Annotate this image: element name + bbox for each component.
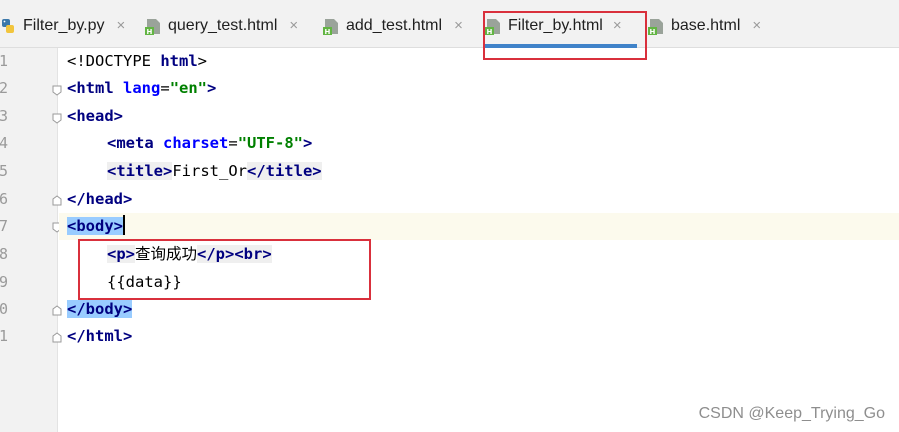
code-line-7: <body>	[67, 215, 125, 235]
svg-text:H: H	[147, 28, 153, 35]
line-number: 3	[0, 107, 9, 125]
html-file-icon: H	[323, 18, 340, 36]
tab-label: query_test.html	[168, 17, 278, 34]
tab-label: base.html	[671, 17, 741, 34]
line-number: 9	[0, 273, 9, 291]
code-line-11: </html>	[67, 327, 133, 345]
code-line-3: <head>	[67, 107, 123, 125]
code-line-6: </head>	[67, 190, 133, 208]
line-number: 4	[0, 134, 9, 152]
html-file-icon: H	[648, 18, 665, 36]
tab-label: add_test.html	[346, 17, 443, 34]
tab-label: Filter_by.py	[23, 17, 105, 34]
close-tab-icon[interactable]: ×	[289, 14, 298, 38]
editor-tab-bar: Filter_by.py × H query_test.html × H add…	[0, 0, 899, 48]
line-number: 5	[0, 162, 9, 180]
tab-add-test-html[interactable]: H add_test.html ×	[323, 14, 463, 48]
current-line-highlight	[59, 213, 899, 240]
python-file-icon	[0, 18, 17, 35]
html-file-icon: H	[145, 18, 162, 36]
line-number: 7	[0, 217, 9, 235]
tab-filter-by-py[interactable]: Filter_by.py ×	[0, 14, 125, 48]
close-tab-icon[interactable]: ×	[454, 14, 463, 38]
line-number: 8	[0, 245, 9, 263]
close-tab-icon[interactable]: ×	[117, 14, 126, 38]
svg-text:H: H	[325, 28, 331, 35]
code-line-10: </body>	[67, 300, 133, 318]
tab-query-test-html[interactable]: H query_test.html ×	[145, 14, 298, 48]
code-line-4: <meta charset="UTF-8">	[107, 134, 313, 152]
text-caret	[123, 215, 125, 235]
code-line-2: <html lang="en">	[67, 79, 217, 97]
line-number: 1	[0, 52, 9, 70]
code-line-1: <!DOCTYPE html>	[67, 52, 207, 70]
watermark: CSDN @Keep_Trying_Go	[698, 405, 885, 422]
tab-base-html[interactable]: H base.html ×	[648, 14, 761, 48]
code-annotation-box	[78, 239, 371, 300]
line-number: 1	[0, 327, 9, 345]
code-line-5: <title>First_Or</title>	[107, 162, 322, 180]
line-number: 0	[0, 300, 9, 318]
svg-text:H: H	[650, 28, 656, 35]
line-number: 2	[0, 79, 9, 97]
close-tab-icon[interactable]: ×	[752, 14, 761, 38]
line-number: 6	[0, 190, 9, 208]
